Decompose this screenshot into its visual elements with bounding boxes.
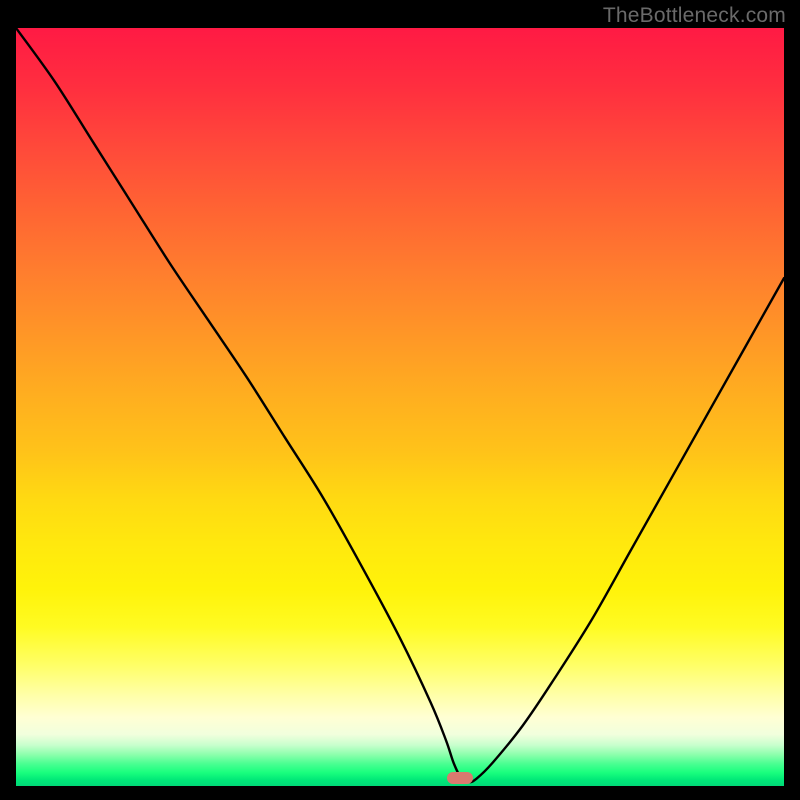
bottom-black-border: [0, 786, 800, 800]
bottleneck-curve-path: [16, 28, 784, 782]
optimal-point-marker: [447, 772, 473, 784]
watermark-text: TheBottleneck.com: [603, 4, 786, 28]
bottleneck-curve-svg: [16, 28, 784, 786]
chart-frame: [16, 28, 784, 786]
